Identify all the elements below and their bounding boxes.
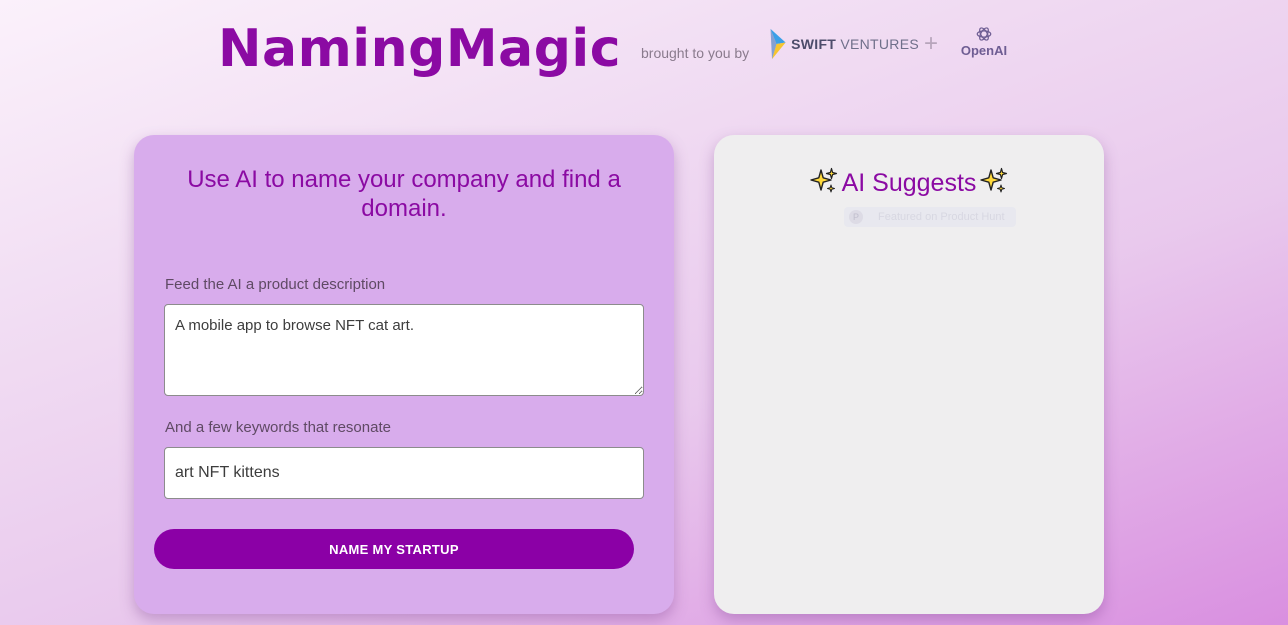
swift-ventures-arrow-icon: [770, 28, 786, 60]
product-hunt-icon: P: [849, 210, 863, 224]
description-input[interactable]: A mobile app to browse NFT cat art.: [164, 304, 644, 396]
form-heading: Use AI to name your company and find a d…: [187, 166, 621, 222]
product-hunt-badge[interactable]: P Featured on Product Hunt: [844, 207, 1016, 227]
plus-separator: +: [924, 30, 939, 57]
page-title: NamingMagic: [218, 19, 622, 79]
name-my-startup-button[interactable]: NAME MY STARTUP: [154, 529, 634, 569]
keywords-input[interactable]: [164, 447, 644, 499]
sparkles-icon: [980, 167, 1008, 193]
ai-suggestions-card: AI Suggests P Featured on Product Hunt: [714, 135, 1104, 614]
sparkles-icon: [809, 167, 837, 193]
suggestions-title: AI Suggests: [841, 169, 977, 197]
description-label: Feed the AI a product description: [165, 276, 386, 293]
swift-wordmark-strong: SWIFT: [791, 36, 837, 52]
suggestions-heading: AI Suggests: [714, 167, 1104, 199]
swift-ventures-logo[interactable]: SWIFT VENTURES: [769, 24, 919, 64]
byline-text: brought to you by: [641, 45, 750, 61]
naming-form-card: Use AI to name your company and find a d…: [134, 135, 674, 614]
openai-knot-icon: [976, 27, 992, 41]
keywords-label: And a few keywords that resonate: [165, 419, 391, 436]
swift-wordmark-light: VENTURES: [840, 36, 919, 52]
openai-logo[interactable]: OpenAI: [956, 25, 1012, 61]
product-hunt-badge-text: Featured on Product Hunt: [878, 211, 1005, 223]
swift-ventures-wordmark: SWIFT VENTURES: [791, 36, 919, 52]
openai-wordmark: OpenAI: [960, 43, 1008, 58]
